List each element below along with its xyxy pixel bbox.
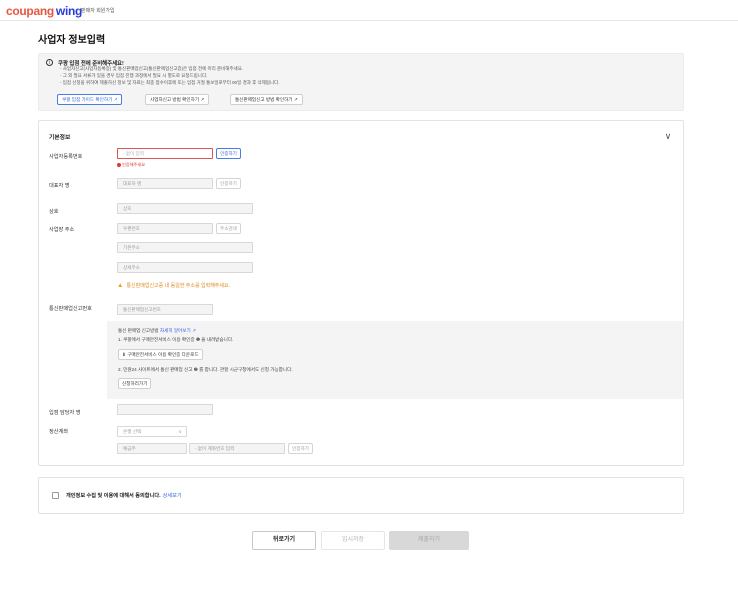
privacy-agreement: 개인정보 수집 및 이용에 대해서 동의합니다. 상세보기 [66,492,182,499]
manager-label: 입점 담당자 명 [49,410,81,416]
representative-input[interactable]: 대표자 명 [117,178,213,189]
info-icon: i [46,59,53,66]
warning-icon: ▲ [117,282,124,289]
privacy-agree-checkbox[interactable] [52,492,59,499]
page-title: 사업자 정보입력 [38,35,106,46]
top-bar: coupang wing 판매자 회원가입 [0,0,738,21]
guide-title-text: 통신 판매업 신고방법 [118,328,160,333]
company-input[interactable]: 상호 [117,203,253,214]
header-subtitle: 판매자 회원가입 [81,8,115,14]
business-report-guide-button[interactable]: 사업자신고 방법 확인하기 ↗ [145,94,210,105]
notice-box: i 쿠팡 입점 전에 준비해주세요! - 사업자신고(사업자등록증) 및 통신판… [38,53,684,111]
account-holder-input[interactable]: 예금주 [117,443,187,454]
notice-line: - 그 외 필요 서류가 있을 경우 입점 진행 과정에서 필요 시 별도로 요… [60,73,208,78]
base-address-input[interactable]: 기본주소 [117,242,253,253]
business-number-error: 인증해주세요 [117,162,145,168]
business-number-label: 사업자등록번호 [49,154,83,160]
account-verify-button[interactable]: 인증하기 [288,443,313,454]
warning-text: 통신판매업신고증 내 동일한 주소를 입력해주세요. [126,283,230,289]
back-button[interactable]: 뒤로가기 [252,531,316,550]
company-label: 상호 [49,209,59,215]
coupang-wing-logo[interactable]: coupang wing [6,4,82,18]
coupang-guide-button[interactable]: 쿠팡 입점 가이드 확인하기 ↗ [57,94,123,105]
logo-wing-text: wing [55,4,83,18]
apply-link-button[interactable]: 신청하러가기 [118,378,152,389]
guide-title: 통신 판매업 신고방법 자세히 알아보기 ↗ [118,328,196,334]
section-title: 기본정보 [49,135,71,141]
notice-line: - 입점 신청을 위하여 제출하신 정보 및 자료는 최종 접수이후에 또는 입… [60,80,280,85]
account-number-input[interactable]: - 없이 계좌번호 입력 [189,443,285,454]
business-number-verify-button[interactable]: 인증하기 [216,148,241,159]
address-search-button[interactable]: 주소검색 [216,223,241,234]
mail-order-input[interactable]: 통신판매업신고번호 [117,304,213,315]
mail-order-label: 통신판매업신고번호 [49,306,92,312]
privacy-detail-link[interactable]: 상세보기 [163,493,182,499]
download-certificate-button[interactable]: ⬇ 구매안전서비스 이용 확인증 다운로드 [118,349,203,360]
chevron-down-icon[interactable]: ∨ [661,131,675,141]
manager-input[interactable] [117,404,213,415]
temp-save-button[interactable]: 임시저장 [321,531,385,550]
bank-select-value: 은행 선택 [123,429,142,434]
basic-info-card: 기본정보 ∨ 사업자등록번호 - 없이 입력 인증하기 인증해주세요 대표자 명… [38,120,684,466]
bank-select[interactable]: 은행 선택 ∨ [117,426,187,437]
logo-coupang-text: coupang [6,4,54,18]
error-icon [117,162,121,167]
zipcode-input[interactable]: 우편번호 [117,223,213,234]
representative-label: 대표자 명 [49,183,70,189]
mail-order-guide-box: 통신 판매업 신고방법 자세히 알아보기 ↗ 1. 쿠팡에서 구매안전서비스 이… [107,321,683,399]
address-label: 사업장 주소 [49,227,75,233]
representative-verify-button[interactable]: 인증하기 [216,178,241,189]
mail-order-guide-button[interactable]: 통신판매업신고 방법 확인하기 ↗ [230,94,303,105]
detail-address-input[interactable]: 상세주소 [117,262,253,273]
error-text: 인증해주세요 [122,162,146,167]
guide-step-2: 2. 민원24 사이트에서 통신 판매업 신고 ❷ 를 합니다. 관할 시군구청… [118,367,293,372]
notice-line: - 사업자신고(사업자등록증) 및 통신판매업신고(통신판매업신고증)은 입점 … [60,66,244,71]
privacy-agreement-box: 개인정보 수집 및 이용에 대해서 동의합니다. 상세보기 [38,477,684,514]
business-number-input[interactable]: - 없이 입력 [117,148,213,159]
privacy-agreement-text: 개인정보 수집 및 이용에 대해서 동의합니다. [66,493,161,499]
guide-detail-link[interactable]: 자세히 알아보기 ↗ [160,328,196,333]
chevron-down-icon: ∨ [178,429,182,434]
guide-step-1: 1. 쿠팡에서 구매안전서비스 이용 확인증 ❶ 을 내려받습니다. [118,337,234,342]
address-warning: ▲ 통신판매업신고증 내 동일한 주소를 입력해주세요. [117,282,230,289]
submit-button[interactable]: 제출하기 [389,531,469,550]
settlement-label: 정산계좌 [49,429,69,435]
